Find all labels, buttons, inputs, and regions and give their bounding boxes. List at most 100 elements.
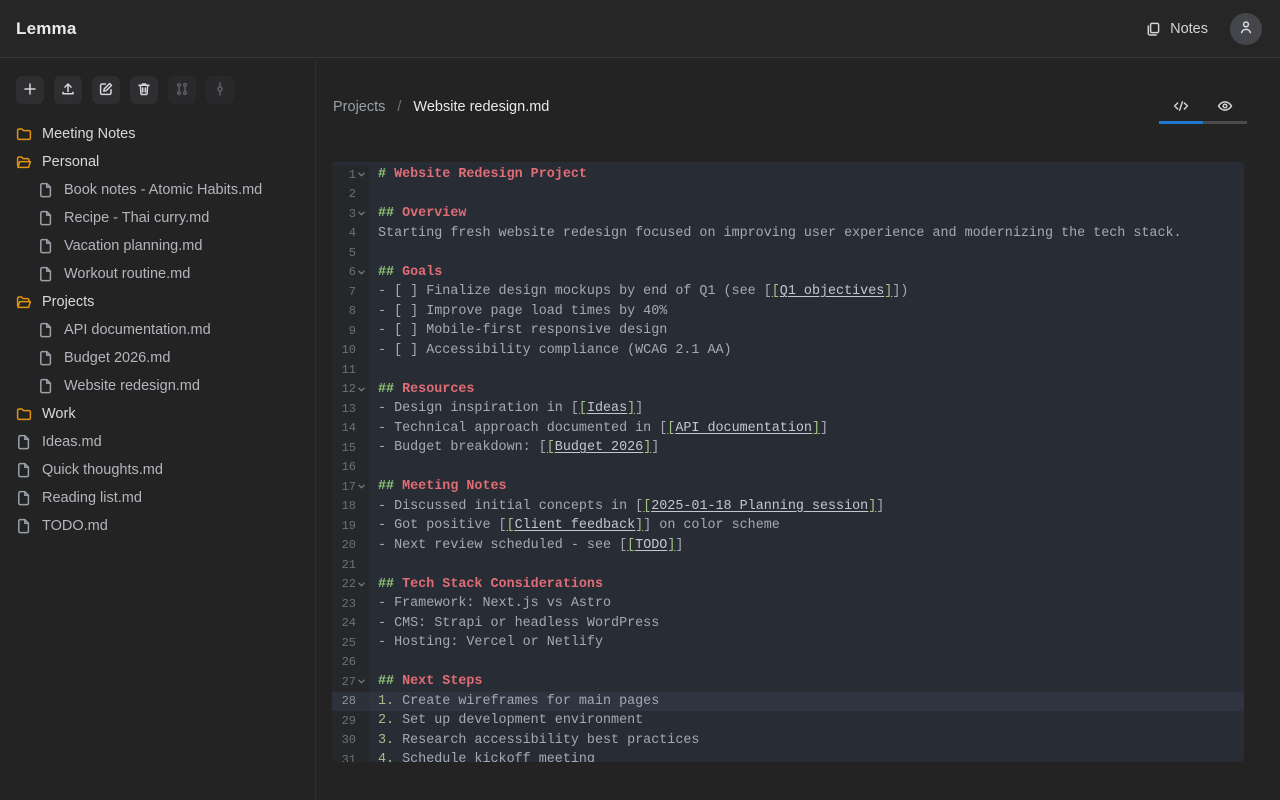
editor-line-21[interactable]: 21: [332, 555, 1244, 575]
code-content: 4. Schedule kickoff meeting: [369, 750, 1244, 762]
editor-line-13[interactable]: 13- Design inspiration in [[Ideas]]: [332, 399, 1244, 419]
editor-line-28[interactable]: 281. Create wireframes for main pages: [332, 692, 1244, 712]
editor-line-5[interactable]: 5: [332, 243, 1244, 263]
fold-chevron-icon[interactable]: [356, 580, 367, 589]
gutter-line-number[interactable]: 27: [332, 672, 369, 692]
gutter-line-number[interactable]: 6: [332, 263, 369, 283]
tree-file-workout-routine[interactable]: Workout routine.md: [0, 260, 314, 288]
breadcrumb-folder[interactable]: Projects: [333, 99, 385, 115]
upload-button[interactable]: [54, 76, 82, 104]
editor-line-10[interactable]: 10- [ ] Accessibility compliance (WCAG 2…: [332, 341, 1244, 361]
tree-file-reading-list[interactable]: Reading list.md: [0, 484, 314, 512]
tab-preview[interactable]: [1203, 94, 1247, 121]
user-avatar-button[interactable]: [1230, 13, 1262, 45]
line-number: 4: [349, 226, 356, 240]
delete-button[interactable]: [130, 76, 158, 104]
editor-line-24[interactable]: 24- CMS: Strapi or headless WordPress: [332, 614, 1244, 634]
fold-chevron-icon[interactable]: [356, 677, 367, 686]
edit-button[interactable]: [92, 76, 120, 104]
sidebar-divider: [315, 59, 316, 800]
folder-open-icon: [16, 154, 32, 170]
folder-icon: [16, 406, 32, 422]
editor-line-14[interactable]: 14- Technical approach documented in [[A…: [332, 419, 1244, 439]
fold-chevron-icon[interactable]: [356, 209, 367, 218]
fold-chevron-icon[interactable]: [356, 268, 367, 277]
editor-line-12[interactable]: 12## Resources: [332, 380, 1244, 400]
tree-label: Book notes - Atomic Habits.md: [64, 182, 262, 198]
editor-line-4[interactable]: 4Starting fresh website redesign focused…: [332, 224, 1244, 244]
markdown-editor[interactable]: 1# Website Redesign Project23## Overview…: [332, 162, 1244, 762]
editor-line-15[interactable]: 15- Budget breakdown: [[Budget 2026]]: [332, 438, 1244, 458]
line-number: 26: [342, 655, 356, 669]
notes-nav-label: Notes: [1170, 21, 1208, 37]
code-content: [369, 185, 1244, 205]
gutter-line-number[interactable]: 12: [332, 380, 369, 400]
gutter-line-number[interactable]: 17: [332, 477, 369, 497]
tree-folder-personal[interactable]: Personal: [0, 148, 314, 176]
gutter-line-number: 9: [332, 321, 369, 341]
gutter-line-number[interactable]: 1: [332, 165, 369, 185]
file-icon: [16, 518, 32, 534]
edit-icon: [98, 81, 114, 100]
editor-line-23[interactable]: 23- Framework: Next.js vs Astro: [332, 594, 1244, 614]
fold-chevron-icon[interactable]: [356, 170, 367, 179]
folder-icon: [16, 126, 32, 142]
tab-indicator-inactive: [1203, 121, 1247, 124]
code-content: - Design inspiration in [[Ideas]]: [369, 399, 1244, 419]
gutter-line-number: 8: [332, 302, 369, 322]
editor-line-3[interactable]: 3## Overview: [332, 204, 1244, 224]
line-number: 20: [342, 538, 356, 552]
file-icon: [38, 378, 54, 394]
tree-file-website-redesign[interactable]: Website redesign.md: [0, 372, 314, 400]
tree-file-book-notes-atomic-habits[interactable]: Book notes - Atomic Habits.md: [0, 176, 314, 204]
editor-line-19[interactable]: 19- Got positive [[Client feedback]] on …: [332, 516, 1244, 536]
tree-file-ideas[interactable]: Ideas.md: [0, 428, 314, 456]
tree-file-api-documentation[interactable]: API documentation.md: [0, 316, 314, 344]
editor-line-16[interactable]: 16: [332, 458, 1244, 478]
editor-line-11[interactable]: 11: [332, 360, 1244, 380]
editor-line-22[interactable]: 22## Tech Stack Considerations: [332, 575, 1244, 595]
code-content: ## Goals: [369, 263, 1244, 283]
fold-chevron-icon[interactable]: [356, 385, 367, 394]
breadcrumb-file: Website redesign.md: [413, 99, 549, 115]
editor-line-9[interactable]: 9- [ ] Mobile-first responsive design: [332, 321, 1244, 341]
editor-line-6[interactable]: 6## Goals: [332, 263, 1244, 283]
line-number: 28: [342, 694, 356, 708]
editor-line-27[interactable]: 27## Next Steps: [332, 672, 1244, 692]
code-content: ## Next Steps: [369, 672, 1244, 692]
tab-code-view[interactable]: [1159, 94, 1203, 121]
editor-line-18[interactable]: 18- Discussed initial concepts in [[2025…: [332, 497, 1244, 517]
new-note-button[interactable]: [16, 76, 44, 104]
editor-line-20[interactable]: 20- Next review scheduled - see [[TODO]]: [332, 536, 1244, 556]
tree-folder-meeting-notes[interactable]: Meeting Notes: [0, 120, 314, 148]
editor-line-25[interactable]: 25- Hosting: Vercel or Netlify: [332, 633, 1244, 653]
editor-line-2[interactable]: 2: [332, 185, 1244, 205]
editor-line-26[interactable]: 26: [332, 653, 1244, 673]
fold-chevron-icon[interactable]: [356, 482, 367, 491]
gutter-line-number: 2: [332, 185, 369, 205]
eye-icon: [1217, 98, 1233, 117]
editor-line-31[interactable]: 314. Schedule kickoff meeting: [332, 750, 1244, 762]
gutter-line-number[interactable]: 3: [332, 204, 369, 224]
editor-line-1[interactable]: 1# Website Redesign Project: [332, 165, 1244, 185]
tree-folder-projects[interactable]: Projects: [0, 288, 314, 316]
tree-file-todo[interactable]: TODO.md: [0, 512, 314, 540]
tree-folder-work[interactable]: Work: [0, 400, 314, 428]
notes-nav-button[interactable]: Notes: [1145, 21, 1208, 37]
gutter-line-number: 18: [332, 497, 369, 517]
editor-line-8[interactable]: 8- [ ] Improve page load times by 40%: [332, 302, 1244, 322]
code-content: - Got positive [[Client feedback]] on co…: [369, 516, 1244, 536]
file-icon: [38, 210, 54, 226]
tree-file-quick-thoughts[interactable]: Quick thoughts.md: [0, 456, 314, 484]
gutter-line-number[interactable]: 22: [332, 575, 369, 595]
editor-line-30[interactable]: 303. Research accessibility best practic…: [332, 731, 1244, 751]
tree-file-budget-2026[interactable]: Budget 2026.md: [0, 344, 314, 372]
editor-line-17[interactable]: 17## Meeting Notes: [332, 477, 1244, 497]
tree-file-vacation-planning[interactable]: Vacation planning.md: [0, 232, 314, 260]
tree-file-recipe-thai-curry[interactable]: Recipe - Thai curry.md: [0, 204, 314, 232]
pull-request-icon: [174, 81, 190, 100]
editor-line-7[interactable]: 7- [ ] Finalize design mockups by end of…: [332, 282, 1244, 302]
file-icon: [16, 462, 32, 478]
code-content: [369, 653, 1244, 673]
editor-line-29[interactable]: 292. Set up development environment: [332, 711, 1244, 731]
